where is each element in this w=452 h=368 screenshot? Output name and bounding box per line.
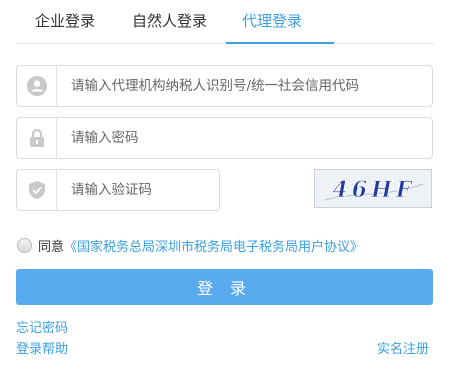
captcha-text: 46HF: [332, 177, 415, 203]
tab-agent-login[interactable]: 代理登录: [242, 10, 302, 31]
tab-individual-login[interactable]: 自然人登录: [132, 10, 207, 31]
username-input[interactable]: [57, 66, 432, 106]
register-link[interactable]: 实名注册: [377, 338, 429, 357]
login-tabs: 企业登录 自然人登录 代理登录: [16, 0, 434, 44]
shield-icon: [17, 170, 57, 210]
captcha-input[interactable]: [57, 170, 219, 210]
forgot-password-link[interactable]: 忘记密码: [16, 317, 68, 336]
agreement-label: 同意: [38, 239, 65, 255]
active-tab-indicator: [226, 42, 334, 44]
user-icon: [17, 66, 57, 106]
login-button[interactable]: 登 录: [16, 269, 433, 305]
lock-icon: [17, 118, 57, 158]
username-field: [16, 65, 433, 107]
captcha-image[interactable]: 46HF: [314, 169, 432, 208]
password-field: [16, 117, 433, 159]
user-agreement-link[interactable]: 《国家税务总局深圳市税务局电子税务局用户协议》: [64, 236, 363, 255]
login-help-link[interactable]: 登录帮助: [16, 338, 68, 357]
captcha-field: [16, 169, 220, 211]
tab-enterprise-login[interactable]: 企业登录: [35, 10, 95, 31]
agreement-row: 同意 《国家税务总局深圳市税务局电子税务局用户协议》: [17, 236, 363, 255]
password-input[interactable]: [57, 118, 432, 158]
agreement-radio[interactable]: [17, 237, 32, 253]
